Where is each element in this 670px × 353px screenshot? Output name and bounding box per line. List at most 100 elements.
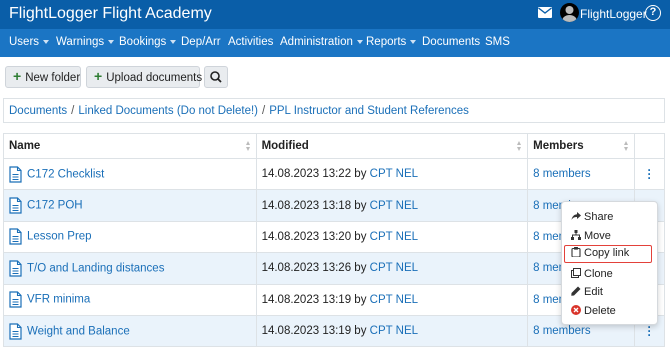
document-link[interactable]: Weight and Balance [27,325,130,337]
nav-warnings[interactable]: Warnings [56,36,115,48]
modified-cell: 14.08.2023 13:19 by CPT NEL [255,314,529,348]
header-actions [634,133,665,159]
menu-item-share[interactable]: Share [571,209,613,225]
user-avatar-icon [562,6,577,22]
nav-label: Administration [280,36,353,48]
modified-date: 14.08.2023 13:19 [261,325,352,338]
nav-sms[interactable]: SMS [485,36,510,48]
modified-date: 14.08.2023 13:18 [261,199,352,212]
menu-item-label: Copy link [584,247,630,259]
more-actions-icon[interactable]: · · · [640,321,659,341]
name-cell: T/O and Landing distances [3,252,257,285]
nav-label: Bookings [119,36,167,48]
by-label: by [354,262,367,275]
document-link[interactable]: C172 Checklist [27,168,104,180]
upload-documents-button[interactable]: + Upload documents [86,66,203,88]
by-label: by [354,199,367,212]
modified-date: 14.08.2023 13:22 [261,168,352,181]
breadcrumb-documents[interactable]: Documents [9,105,67,117]
breadcrumb-separator: / [262,105,266,117]
document-link[interactable]: VFR minima [27,294,90,306]
help-icon[interactable]: ? [645,5,661,21]
nav-label: Warnings [56,36,105,48]
chevron-down-icon [356,39,363,44]
modified-date: 14.08.2023 13:20 [261,230,352,243]
header-modified[interactable]: Modified [255,133,529,159]
menu-item-delete[interactable]: Delete [571,303,616,319]
modified-by-link[interactable]: CPT NEL [370,294,418,306]
menu-item-clone[interactable]: Clone [571,266,613,282]
modified-by-link[interactable]: CPT NEL [370,200,418,212]
username[interactable]: FlightLogger [580,7,647,21]
document-icon [9,291,22,308]
members-link[interactable]: 8 members [533,325,591,337]
modified-cell: 14.08.2023 13:19 by CPT NEL [255,283,529,316]
plus-icon: + [13,68,22,84]
modified-date: 14.08.2023 13:26 [261,262,352,275]
breadcrumb-ppl-references[interactable]: PPL Instructor and Student References [269,105,469,117]
nav-bookings[interactable]: Bookings [119,36,177,48]
plus-icon: + [94,68,103,84]
modified-cell: 14.08.2023 13:18 by CPT NEL [255,189,529,222]
nav-users[interactable]: Users [9,36,50,48]
menu-item-copy-link[interactable]: Copy link [564,245,652,263]
clipboard-icon [571,247,581,258]
modified-by-link[interactable]: CPT NEL [370,168,418,180]
sort-icon [245,141,251,151]
actions-cell: · · · [634,157,665,191]
menu-item-label: Share [584,211,614,223]
brand-title[interactable]: FlightLogger Flight Academy [9,5,212,23]
nav-administration[interactable]: Administration [280,36,363,48]
breadcrumb-linked-documents[interactable]: Linked Documents (Do not Delete!) [78,105,258,117]
menu-item-label: Move [584,230,611,242]
clone-icon [571,268,581,279]
mail-icon[interactable] [538,7,552,18]
modified-by-link[interactable]: CPT NEL [370,231,418,243]
document-icon [9,323,22,340]
header-name[interactable]: Name [3,133,257,159]
modified-cell: 14.08.2023 13:20 by CPT NEL [255,220,529,254]
menu-item-label: Clone [584,268,613,280]
document-icon [9,166,22,183]
new-folder-button[interactable]: + New folder [5,66,81,88]
sort-icon [624,141,629,151]
name-cell: Weight and Balance [3,314,257,348]
header-label: Members [533,140,584,152]
document-link[interactable]: C172 POH [27,200,83,212]
breadcrumb-separator: / [71,105,75,117]
document-link[interactable]: T/O and Landing distances [27,262,164,274]
avatar[interactable] [560,3,579,22]
nav-reports[interactable]: Reports [366,36,417,48]
by-label: by [354,325,367,338]
document-link[interactable]: Lesson Prep [27,231,92,243]
search-button[interactable] [204,66,228,88]
by-label: by [354,168,367,181]
main-nav: Users Warnings Bookings Dep/Arr Activiti… [0,29,670,57]
name-cell: Lesson Prep [3,220,257,254]
document-icon [9,228,22,246]
members-link[interactable]: 8 members [533,168,591,180]
modified-by-link[interactable]: CPT NEL [370,325,418,337]
pencil-icon [571,286,581,296]
nav-activities[interactable]: Activities [228,36,273,48]
table-header-row: Name Modified Members [3,133,665,159]
nav-dep-arr[interactable]: Dep/Arr [181,36,221,48]
search-icon [210,71,222,83]
modified-by-link[interactable]: CPT NEL [370,262,418,274]
menu-item-edit[interactable]: Edit [571,284,603,300]
by-label: by [354,230,367,243]
header-label: Name [9,140,41,152]
upload-documents-label: Upload documents [106,72,203,84]
share-icon [571,212,581,221]
modified-cell: 14.08.2023 13:22 by CPT NEL [255,157,529,191]
name-cell: C172 POH [3,189,257,222]
nav-documents[interactable]: Documents [422,36,480,48]
by-label: by [354,293,367,306]
header-members[interactable]: Members [527,133,635,159]
menu-item-move[interactable]: Move [571,228,611,244]
chevron-down-icon [108,39,115,44]
name-cell: VFR minima [3,283,257,316]
nav-label: Reports [366,36,407,48]
menu-item-label: Edit [584,286,603,298]
more-actions-icon[interactable]: · · · [640,164,659,184]
